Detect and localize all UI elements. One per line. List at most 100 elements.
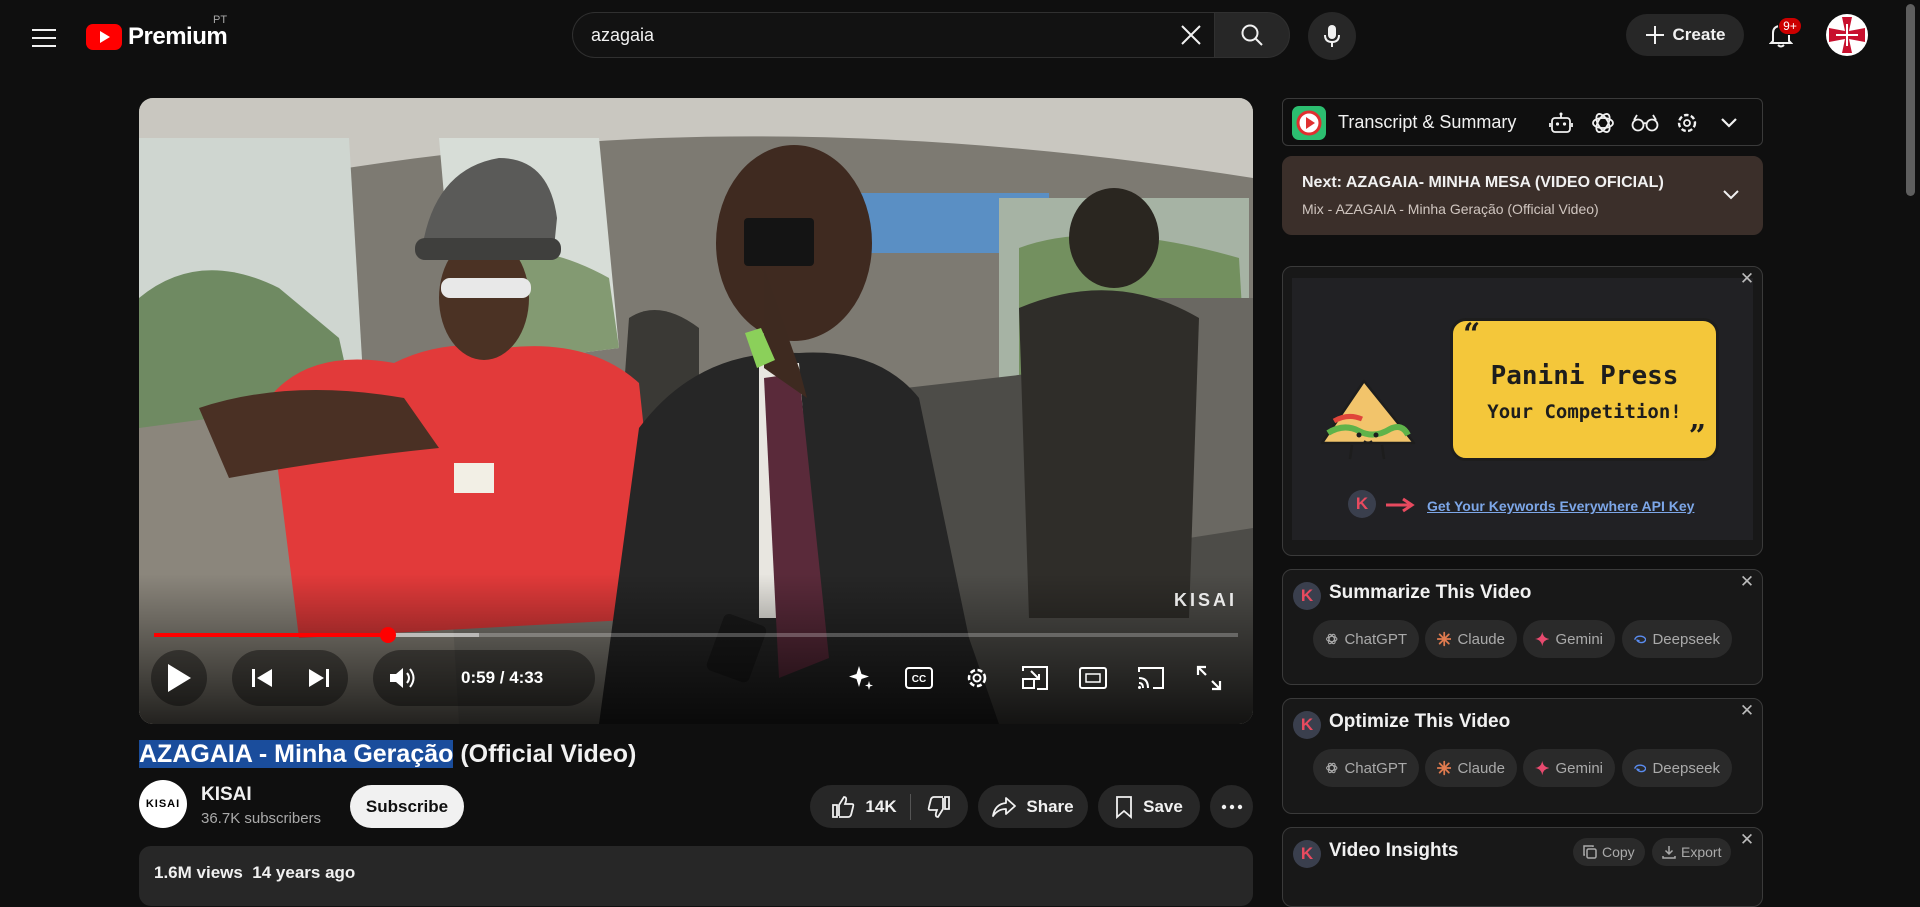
up-next-expand-button[interactable] — [1718, 182, 1744, 208]
summarize-title: Summarize This Video — [1329, 582, 1532, 603]
openai-icon — [1326, 633, 1338, 645]
keywords-everywhere-badge: K — [1293, 711, 1321, 739]
gear-icon — [967, 668, 987, 688]
play-button[interactable] — [155, 654, 203, 702]
share-label: Share — [1026, 796, 1074, 816]
like-count: 14K — [865, 796, 897, 816]
scrollbar-thumb[interactable] — [1906, 4, 1915, 196]
transcript-summary-bar[interactable]: Transcript & Summary — [1282, 98, 1763, 146]
up-next-title: Next: AZAGAIA- MINHA MESA (VIDEO OFICIAL… — [1302, 174, 1664, 192]
sandwich-mascot-icon — [1320, 379, 1416, 460]
copy-icon — [1583, 845, 1597, 859]
subscriber-count: 36.7K subscribers — [201, 810, 322, 827]
description-box[interactable]: 1.6M views 14 years ago — [139, 846, 1253, 906]
save-label: Save — [1143, 796, 1183, 816]
chatgpt-button[interactable] — [1589, 109, 1617, 137]
keywords-everywhere-badge: K — [1348, 490, 1376, 518]
optimize-claude-button[interactable]: Claude — [1425, 749, 1517, 787]
logo-text: Premium — [128, 23, 228, 50]
progress-played — [154, 633, 389, 637]
time-display: 0:59 / 4:33 — [461, 668, 544, 687]
search-box — [572, 12, 1214, 58]
summarize-chatgpt-button[interactable]: ChatGPT — [1313, 620, 1419, 658]
like-button[interactable]: 14K — [810, 785, 910, 828]
share-arrow-icon — [992, 796, 1017, 817]
ai-label: Claude — [1457, 759, 1505, 777]
youtube-premium-logo[interactable]: Premium — [86, 20, 228, 54]
theater-icon — [1079, 667, 1107, 689]
search-button[interactable] — [1214, 12, 1290, 58]
close-icon[interactable]: ✕ — [1738, 269, 1756, 288]
robot-button[interactable] — [1547, 109, 1575, 137]
theater-mode-button[interactable] — [1069, 654, 1117, 702]
keywords-everywhere-badge: K — [1293, 840, 1321, 868]
account-avatar[interactable] — [1826, 14, 1868, 56]
share-button[interactable]: Share — [978, 785, 1088, 828]
previous-button[interactable] — [238, 654, 286, 702]
transcript-settings-button[interactable] — [1673, 109, 1701, 137]
more-actions-button[interactable] — [1210, 785, 1253, 828]
volume-button[interactable] — [379, 654, 427, 702]
copy-label: Copy — [1602, 844, 1635, 860]
api-key-link[interactable]: Get Your Keywords Everywhere API Key — [1427, 498, 1694, 514]
svg-text:CC: CC — [912, 674, 926, 685]
plus-icon — [1645, 26, 1664, 44]
close-icon[interactable] — [1168, 12, 1214, 58]
copy-button[interactable]: Copy — [1573, 838, 1645, 866]
ai-label: ChatGPT — [1344, 759, 1407, 777]
ad-banner[interactable]: “ ” Panini Press Your Competition! K Get… — [1292, 278, 1753, 540]
next-icon — [309, 669, 329, 687]
summarize-deepseek-button[interactable]: Deepseek — [1622, 620, 1732, 658]
cast-button[interactable] — [1127, 654, 1175, 702]
search-icon — [1241, 24, 1263, 46]
export-button[interactable]: Export — [1652, 838, 1732, 866]
transcript-title: Transcript & Summary — [1338, 112, 1517, 132]
captions-icon: CC — [905, 667, 933, 689]
optimize-chatgpt-button[interactable]: ChatGPT — [1313, 749, 1419, 787]
summarize-gemini-button[interactable]: Gemini — [1523, 620, 1615, 658]
fullscreen-button[interactable] — [1185, 654, 1233, 702]
search-input[interactable] — [573, 12, 1168, 58]
claude-burst-icon — [1437, 631, 1452, 647]
deepseek-whale-icon — [1634, 635, 1647, 644]
ai-label: Deepseek — [1652, 630, 1720, 648]
up-next-card[interactable]: Next: AZAGAIA- MINHA MESA (VIDEO OFICIAL… — [1282, 156, 1763, 235]
ai-label: Gemini — [1555, 759, 1603, 777]
settings-button[interactable] — [953, 654, 1001, 702]
keywords-everywhere-ad: “ ” Panini Press Your Competition! K Get… — [1282, 266, 1763, 556]
optimize-deepseek-button[interactable]: Deepseek — [1622, 749, 1732, 787]
voice-search-button[interactable] — [1308, 12, 1356, 60]
video-title-selected: AZAGAIA - Minha Geração — [139, 740, 454, 768]
close-icon[interactable]: ✕ — [1738, 701, 1756, 720]
ai-label: Deepseek — [1652, 759, 1720, 777]
menu-icon[interactable] — [24, 18, 64, 58]
subscribe-button[interactable]: Subscribe — [350, 785, 464, 828]
arrow-right-icon — [1386, 497, 1415, 513]
video-title-rest: (Official Video) — [453, 740, 637, 768]
miniplayer-button[interactable] — [1011, 654, 1059, 702]
summarize-claude-button[interactable]: Claude — [1425, 620, 1517, 658]
save-button[interactable]: Save — [1098, 785, 1200, 828]
next-button[interactable] — [295, 654, 343, 702]
like-dislike-group: 14K — [810, 785, 968, 828]
keywords-everywhere-badge: K — [1293, 582, 1321, 610]
ai-label: Claude — [1457, 630, 1505, 648]
close-icon[interactable]: ✕ — [1738, 572, 1756, 591]
glasses-button[interactable] — [1631, 109, 1659, 137]
dislike-button[interactable] — [911, 785, 967, 828]
captions-button[interactable]: CC — [895, 654, 943, 702]
video-player[interactable]: KISAI 0:59 / 4:33 CC — [139, 98, 1253, 724]
channel-name[interactable]: KISAI — [201, 784, 252, 806]
thumbs-up-icon — [832, 795, 855, 818]
channel-avatar[interactable]: KISAI — [139, 780, 187, 828]
close-icon[interactable]: ✕ — [1738, 830, 1756, 849]
transcript-extension-logo — [1292, 106, 1326, 140]
deepseek-whale-icon — [1634, 764, 1647, 773]
create-button[interactable]: Create — [1626, 14, 1744, 56]
ad-subline: Your Competition! — [1487, 401, 1682, 423]
transcript-expand-button[interactable] — [1715, 109, 1743, 137]
optimize-gemini-button[interactable]: Gemini — [1523, 749, 1615, 787]
ai-sparkle-button[interactable] — [837, 654, 885, 702]
cast-icon — [1138, 667, 1164, 689]
quote-close-icon: ” — [1688, 419, 1706, 454]
